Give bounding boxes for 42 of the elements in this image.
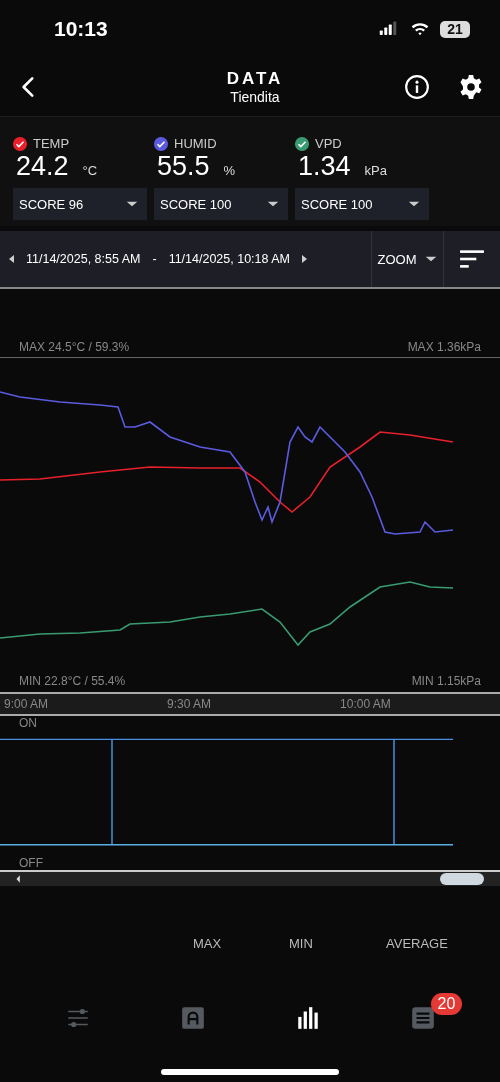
zoom-dropdown[interactable]: ZOOM xyxy=(372,231,444,287)
off-label: OFF xyxy=(18,856,44,870)
score-dropdown[interactable]: SCORE 100 xyxy=(154,188,288,220)
reading-value: 55.5 xyxy=(157,151,210,182)
screen-title: DATA xyxy=(226,69,284,89)
notification-badge: 20 xyxy=(430,993,463,1015)
reading-label: HUMID xyxy=(174,136,217,151)
letter-a-icon[interactable] xyxy=(179,1005,206,1031)
reading-value: 1.34 xyxy=(298,151,351,182)
max-label: MAX 1.36kPa xyxy=(407,340,481,356)
scrollbar[interactable] xyxy=(0,870,500,886)
reading-unit: % xyxy=(223,163,236,178)
checkbox[interactable] xyxy=(154,136,168,151)
checkbox[interactable] xyxy=(13,136,27,151)
end-date: 11/14/2025, 10:18 AM xyxy=(168,252,291,266)
battery-level: 21 xyxy=(447,21,463,37)
clock-time: 10:13 xyxy=(54,17,108,41)
score-dropdown[interactable]: SCORE 96 xyxy=(13,188,147,220)
reading-unit: kPa xyxy=(364,163,387,178)
on-label: ON xyxy=(18,716,38,730)
device-name: Tiendita xyxy=(229,89,281,105)
column-header: MIN xyxy=(288,936,314,953)
start-date: 11/14/2025, 8:55 AM xyxy=(26,252,141,266)
time-label: 10:00 AM xyxy=(340,697,391,711)
reading-label: TEMP xyxy=(33,136,70,151)
list-icon[interactable] xyxy=(409,1005,436,1031)
range-separator: - xyxy=(152,252,157,266)
reading-label: VPD xyxy=(315,136,342,151)
reading-value: 24.2 xyxy=(16,151,69,182)
column-header: AVERAGE xyxy=(385,936,449,953)
time-label: 9:30 AM xyxy=(167,697,212,711)
reading-unit: °C xyxy=(82,163,98,178)
checkbox[interactable] xyxy=(295,136,309,151)
column-header: MAX xyxy=(192,936,223,953)
max-label: MAX 24.5°C / 59.3% xyxy=(19,340,130,356)
min-label: MIN 22.8°C / 55.4% xyxy=(19,674,126,688)
min-label: MIN 1.15kPa xyxy=(411,674,481,688)
scroll-handle[interactable] xyxy=(440,873,484,885)
time-label: 9:00 AM xyxy=(4,697,49,711)
info-icon[interactable] xyxy=(404,74,430,100)
settings-icon[interactable] xyxy=(458,74,484,100)
score-dropdown[interactable]: SCORE 100 xyxy=(295,188,429,220)
